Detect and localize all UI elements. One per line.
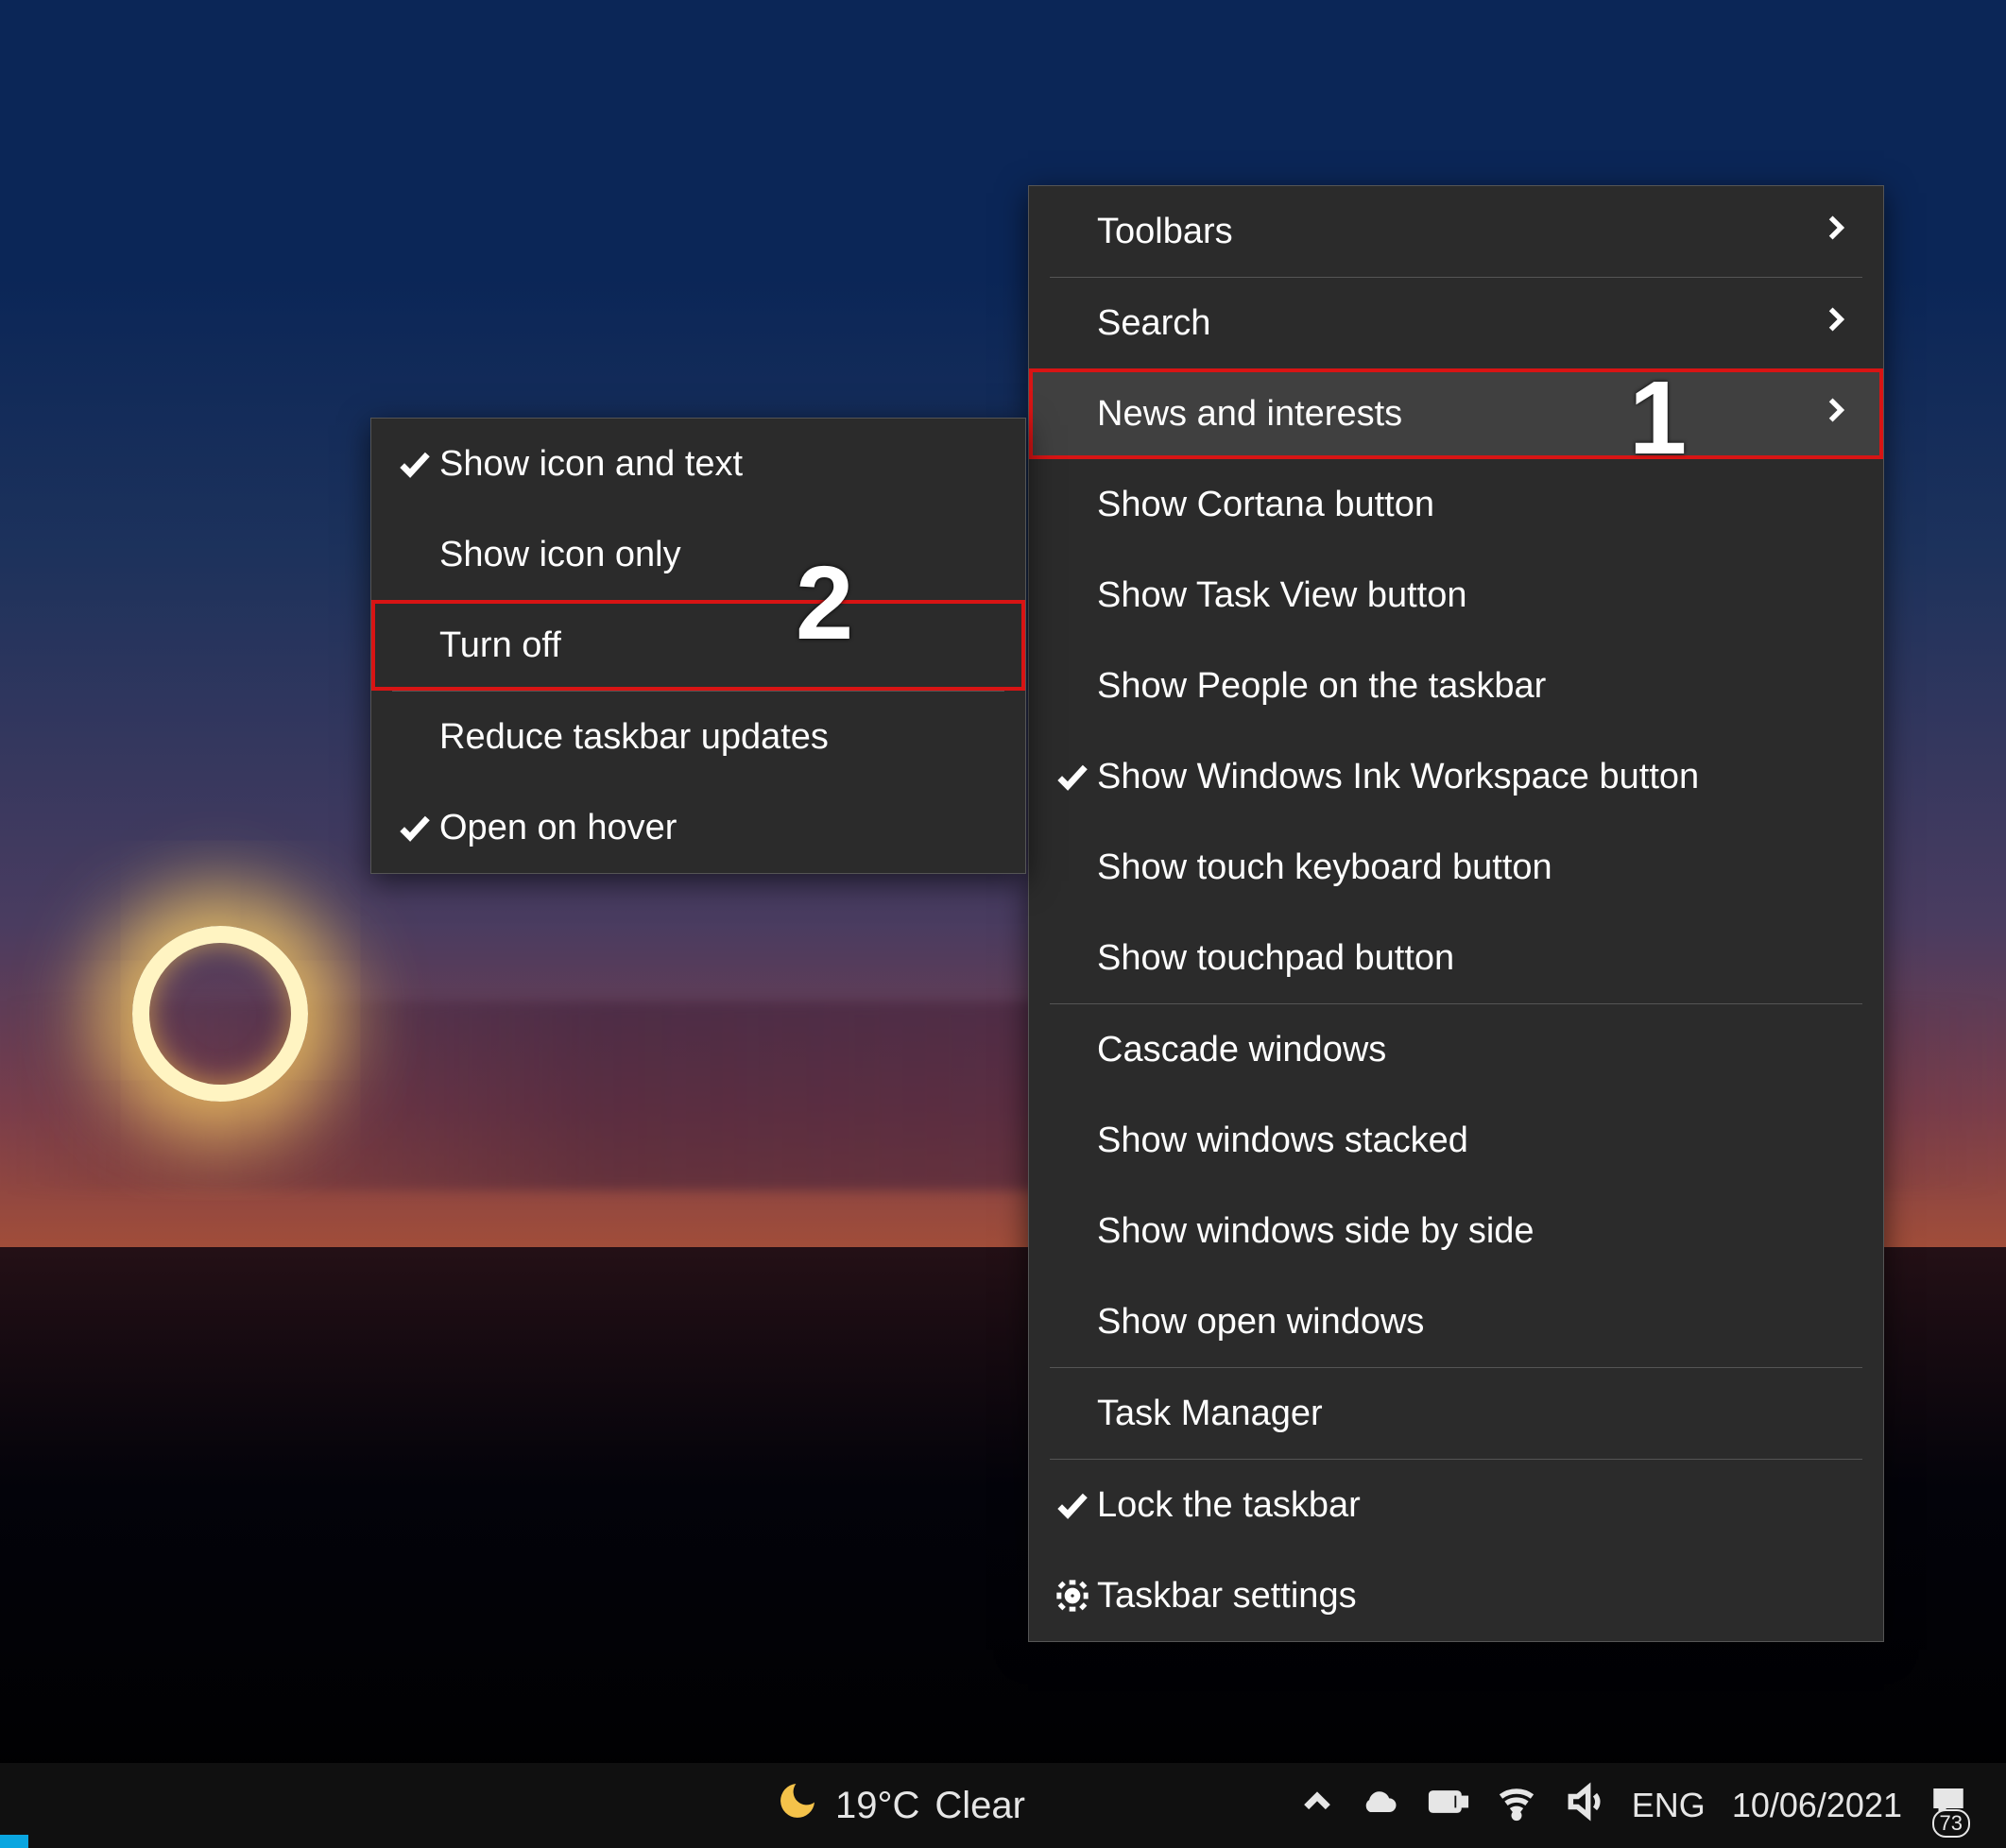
menu-label: Toolbars — [1097, 212, 1821, 252]
menu-label: Task Manager — [1097, 1394, 1851, 1434]
menu-label: Show windows side by side — [1097, 1211, 1851, 1252]
chevron-right-icon — [1821, 212, 1851, 252]
chevron-right-icon — [1821, 394, 1851, 435]
menu-label: Open on hover — [439, 808, 993, 848]
menu-label: Show icon and text — [439, 444, 993, 485]
menu-item-taskbar-settings[interactable]: Taskbar settings — [1029, 1550, 1883, 1641]
chevron-right-icon — [1821, 303, 1851, 344]
menu-item-stacked[interactable]: Show windows stacked — [1029, 1095, 1883, 1186]
menu-label: Show Task View button — [1097, 575, 1851, 616]
menu-label: Show touchpad button — [1097, 938, 1851, 979]
menu-item-touch-keyboard[interactable]: Show touch keyboard button — [1029, 822, 1883, 913]
menu-label: Show windows stacked — [1097, 1121, 1851, 1161]
menu-item-cascade[interactable]: Cascade windows — [1029, 1004, 1883, 1095]
menu-item-ink-workspace[interactable]: Show Windows Ink Workspace button — [1029, 731, 1883, 822]
menu-label: Show People on the taskbar — [1097, 666, 1851, 707]
menu-label: Show Cortana button — [1097, 485, 1851, 525]
menu-label: Show touch keyboard button — [1097, 847, 1851, 888]
check-icon — [390, 445, 439, 483]
moon-icon — [775, 1778, 820, 1833]
taskbar-weather-widget[interactable]: 19°C Clear — [775, 1778, 1025, 1833]
action-center-icon[interactable]: 73 — [1929, 1782, 1968, 1830]
menu-item-task-view[interactable]: Show Task View button — [1029, 550, 1883, 641]
submenu-item-reduce-updates[interactable]: Reduce taskbar updates — [371, 692, 1025, 782]
start-button-peek[interactable] — [0, 1835, 28, 1848]
battery-icon[interactable] — [1428, 1781, 1469, 1831]
menu-item-lock-taskbar[interactable]: Lock the taskbar — [1029, 1460, 1883, 1550]
menu-item-people[interactable]: Show People on the taskbar — [1029, 641, 1883, 731]
check-icon — [1048, 758, 1097, 796]
menu-item-touchpad[interactable]: Show touchpad button — [1029, 913, 1883, 1003]
windows-taskbar[interactable]: 19°C Clear ENG 10/06/2021 73 — [0, 1763, 2006, 1848]
menu-label: Cascade windows — [1097, 1030, 1851, 1070]
menu-label: Show open windows — [1097, 1302, 1851, 1343]
menu-item-news-interests[interactable]: News and interests — [1029, 368, 1883, 459]
gear-icon — [1048, 1577, 1097, 1615]
menu-item-task-manager[interactable]: Task Manager — [1029, 1368, 1883, 1459]
weather-condition: Clear — [934, 1785, 1025, 1827]
submenu-item-open-on-hover[interactable]: Open on hover — [371, 782, 1025, 873]
taskbar-context-menu: Toolbars Search News and interests Show … — [1028, 185, 1884, 1642]
check-icon — [1048, 1486, 1097, 1524]
menu-item-side-by-side[interactable]: Show windows side by side — [1029, 1186, 1883, 1276]
notification-count-badge: 73 — [1932, 1809, 1970, 1838]
sound-icon[interactable] — [1564, 1781, 1605, 1831]
menu-item-toolbars[interactable]: Toolbars — [1029, 186, 1883, 277]
input-language[interactable]: ENG — [1632, 1786, 1706, 1825]
menu-item-cortana[interactable]: Show Cortana button — [1029, 459, 1883, 550]
menu-label: Turn off — [439, 625, 993, 666]
wallpaper-eclipse-sun — [132, 926, 308, 1102]
check-icon — [390, 809, 439, 847]
menu-label: Taskbar settings — [1097, 1576, 1851, 1617]
menu-label: Reduce taskbar updates — [439, 717, 993, 758]
taskbar-date[interactable]: 10/06/2021 — [1732, 1786, 1902, 1825]
menu-label: Search — [1097, 303, 1821, 344]
menu-label: News and interests — [1097, 394, 1821, 435]
menu-item-search[interactable]: Search — [1029, 278, 1883, 368]
menu-label: Show Windows Ink Workspace button — [1097, 757, 1851, 797]
submenu-item-turn-off[interactable]: Turn off — [371, 600, 1025, 691]
wifi-icon[interactable] — [1496, 1781, 1537, 1831]
submenu-item-icon-text[interactable]: Show icon and text — [371, 419, 1025, 509]
submenu-item-icon-only[interactable]: Show icon only — [371, 509, 1025, 600]
tray-overflow-chevron-icon[interactable] — [1301, 1786, 1333, 1826]
menu-item-open-windows[interactable]: Show open windows — [1029, 1276, 1883, 1367]
onedrive-icon[interactable] — [1360, 1781, 1401, 1831]
news-interests-submenu: Show icon and text Show icon only Turn o… — [370, 418, 1026, 874]
menu-label: Lock the taskbar — [1097, 1485, 1851, 1526]
menu-label: Show icon only — [439, 535, 993, 575]
weather-temperature: 19°C — [835, 1785, 919, 1827]
